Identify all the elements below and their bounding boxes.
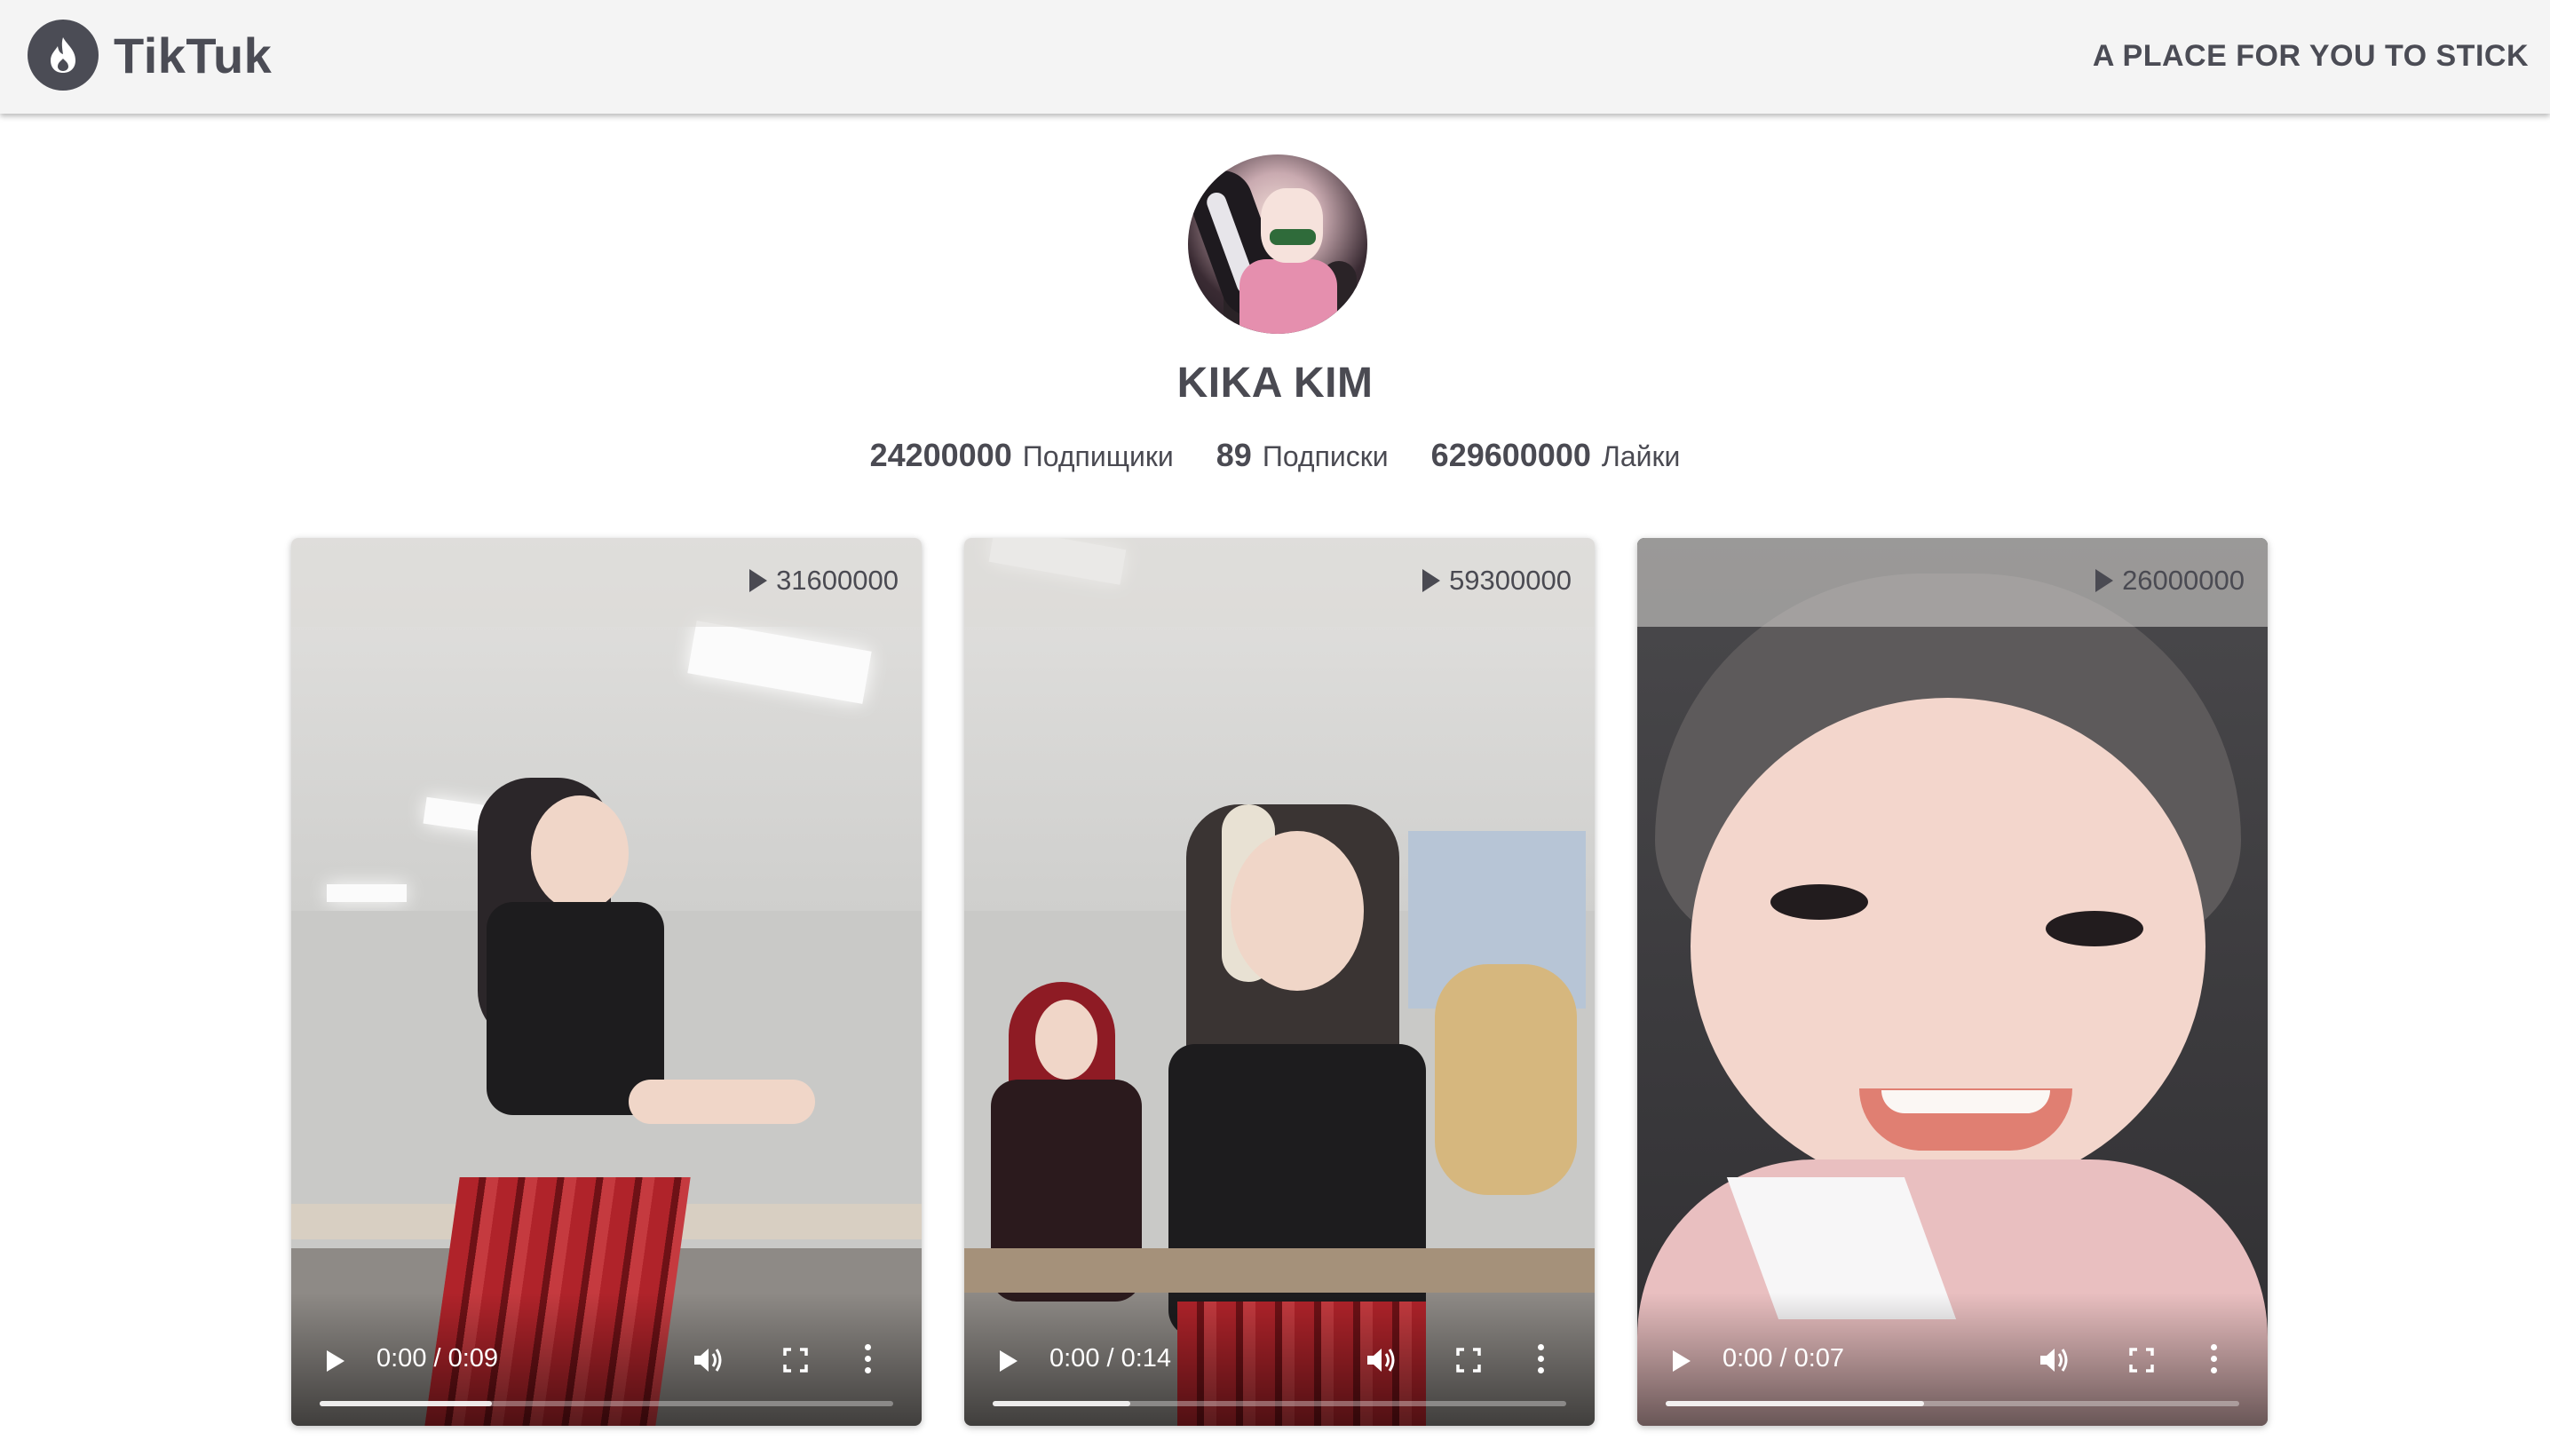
play-count-icon [2095,569,2114,592]
stat-likes: 629600000 Лайки [1431,437,1681,474]
video-card[interactable]: 31600000 0:00 / 0:09 [291,538,922,1426]
video-controls: 0:00 / 0:07 [1637,1293,2268,1426]
video-card[interactable]: 59300000 0:00 / 0:14 [964,538,1595,1426]
fullscreen-icon[interactable] [2129,1348,2154,1373]
stat-followers: 24200000 Подпищики [870,437,1174,474]
video-card[interactable]: 26000000 0:00 / 0:07 [1637,538,2268,1426]
stat-following: 89 Подписки [1216,437,1389,474]
view-count: 31600000 [749,565,899,597]
fullscreen-icon[interactable] [783,1348,808,1373]
view-count: 59300000 [1422,565,1572,597]
profile-stats: 24200000 Подпищики 89 Подписки 629600000… [0,437,2550,474]
stat-label: Лайки [1601,440,1681,472]
tagline: A PLACE FOR YOU TO STICK [2092,39,2529,73]
stat-label: Подписки [1262,440,1389,472]
play-icon[interactable] [327,1350,344,1372]
stat-label: Подпищики [1022,440,1174,472]
flame-icon [51,37,75,73]
video-controls: 0:00 / 0:09 [291,1293,922,1426]
fullscreen-icon[interactable] [1456,1348,1481,1373]
video-time: 0:00 / 0:07 [1722,1344,1845,1373]
volume-icon[interactable] [2039,1346,2071,1374]
volume-icon[interactable] [693,1346,725,1374]
progress-track[interactable] [993,1401,1566,1406]
brand-name[interactable]: TikTuk [114,27,272,84]
profile-username: KIKA KIM [1176,360,1374,407]
progress-track[interactable] [1666,1401,2239,1406]
stat-value: 24200000 [869,437,1012,473]
video-controls: 0:00 / 0:14 [964,1293,1595,1426]
progress-fill [993,1401,1131,1406]
play-count-icon [749,569,768,592]
stat-value: 89 [1216,437,1252,473]
view-count-value: 59300000 [1449,565,1572,596]
more-options-icon[interactable] [2211,1344,2218,1374]
top-bar: TikTuk A PLACE FOR YOU TO STICK [0,0,2550,114]
play-icon[interactable] [1000,1350,1018,1372]
video-time: 0:00 / 0:14 [1049,1344,1172,1373]
more-options-icon[interactable] [865,1344,872,1374]
progress-fill [320,1401,492,1406]
view-count-value: 31600000 [776,565,899,596]
progress-fill [1666,1401,1924,1406]
more-options-icon[interactable] [1538,1344,1545,1374]
view-count-value: 26000000 [2122,565,2245,596]
progress-track[interactable] [320,1401,893,1406]
stat-value: 629600000 [1430,437,1591,473]
logo[interactable] [28,20,99,91]
volume-icon[interactable] [1366,1346,1398,1374]
video-time: 0:00 / 0:09 [376,1344,499,1373]
play-count-icon [1422,569,1441,592]
view-count: 26000000 [2095,565,2245,597]
avatar [1188,154,1367,334]
play-icon[interactable] [1673,1350,1691,1372]
